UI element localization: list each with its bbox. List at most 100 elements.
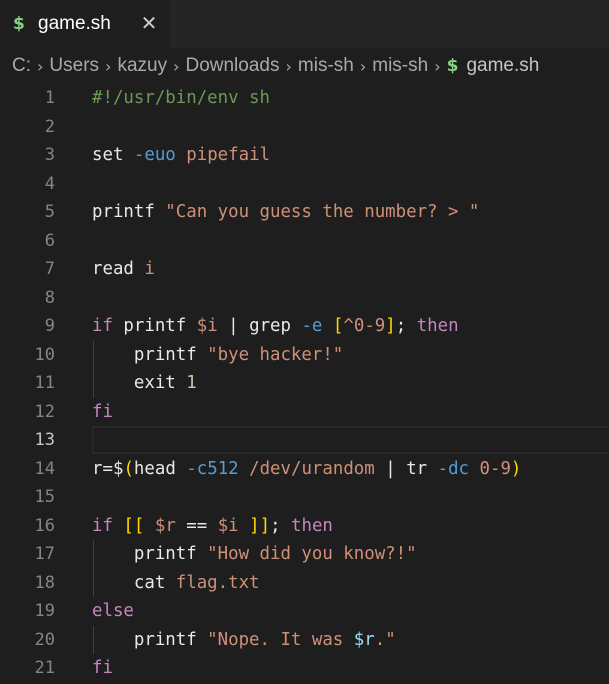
- line-number: 16: [34, 515, 55, 536]
- code-token: ^0-9: [343, 316, 386, 337]
- line-number: 3: [44, 145, 55, 166]
- code-token: then: [416, 316, 459, 337]
- line-number: 1: [44, 88, 55, 109]
- code-token: printf: [123, 316, 197, 337]
- code-token: /dev/urandom: [238, 458, 375, 479]
- line-number: 20: [34, 629, 55, 650]
- code-token: ]]: [249, 515, 271, 536]
- code-token: r=: [92, 458, 113, 479]
- breadcrumb-downloads[interactable]: Downloads: [185, 55, 279, 77]
- code-token: flag.txt: [175, 572, 260, 593]
- code-token: "How did you know?!": [207, 544, 417, 565]
- code-line[interactable]: 2: [0, 113, 609, 142]
- chevron-right-icon: ›: [173, 56, 180, 76]
- code-editor[interactable]: 1 #!/usr/bin/env sh 2 3 set -euo pipefail 4 5 p…: [0, 84, 609, 684]
- code-token: "bye hacker!": [207, 344, 344, 365]
- code-line[interactable]: 6: [0, 227, 609, 256]
- line-number: 14: [34, 458, 55, 479]
- close-icon[interactable]: ✕: [137, 11, 161, 35]
- line-code: fi: [92, 658, 113, 678]
- code-token: read: [92, 259, 145, 280]
- code-line[interactable]: 4: [0, 170, 609, 199]
- tab-bar: $ game.sh ✕: [0, 0, 609, 48]
- code-line[interactable]: 7 read i: [0, 255, 609, 284]
- line-code: printf "Nope. It was $r.": [92, 630, 396, 650]
- line-number: 12: [34, 401, 55, 422]
- breadcrumb-mis-sh-inner[interactable]: mis-sh: [372, 55, 428, 77]
- line-number: 21: [34, 658, 55, 679]
- line-code: read i: [92, 259, 155, 279]
- code-token: -c512: [186, 458, 239, 479]
- code-line[interactable]: 17 printf "How did you know?!": [0, 540, 609, 569]
- code-token: $r: [144, 515, 187, 536]
- code-token: $r: [353, 629, 375, 650]
- code-token: if: [92, 515, 124, 536]
- code-line[interactable]: 3 set -euo pipefail: [0, 141, 609, 170]
- line-code: #!/usr/bin/env sh: [92, 88, 270, 108]
- code-token: |: [217, 316, 250, 337]
- line-number: 6: [44, 230, 55, 251]
- line-number: 11: [34, 373, 55, 394]
- code-token: ): [510, 458, 522, 479]
- code-line[interactable]: 9 if printf $i | grep -e [^0-9]; then: [0, 312, 609, 341]
- breadcrumb-drive[interactable]: C:: [12, 55, 31, 77]
- code-token: then: [291, 515, 333, 536]
- breadcrumb-kazuy[interactable]: kazuy: [117, 55, 167, 77]
- line-code: set -euo pipefail: [92, 145, 270, 165]
- code-line[interactable]: 11 exit 1: [0, 369, 609, 398]
- code-line[interactable]: 15: [0, 483, 609, 512]
- line-number: 13: [34, 430, 55, 451]
- breadcrumb-file[interactable]: game.sh: [466, 55, 539, 77]
- code-line[interactable]: 8: [0, 284, 609, 313]
- code-token: #!/usr/bin/env sh: [92, 88, 270, 109]
- chevron-right-icon: ›: [37, 56, 44, 76]
- code-line[interactable]: 16 if [[ $r == $i ]]; then: [0, 512, 609, 541]
- code-line[interactable]: 18 cat flag.txt: [0, 569, 609, 598]
- breadcrumb-mis-sh[interactable]: mis-sh: [298, 55, 354, 77]
- code-token: -euo: [133, 145, 176, 166]
- code-token: (: [123, 458, 134, 479]
- shell-file-icon: $: [446, 56, 459, 76]
- tab-label: game.sh: [38, 13, 111, 34]
- code-line[interactable]: 10 printf "bye hacker!": [0, 341, 609, 370]
- code-line[interactable]: 12 fi: [0, 398, 609, 427]
- line-number: 18: [34, 572, 55, 593]
- code-line[interactable]: 20 printf "Nope. It was $r.": [0, 626, 609, 655]
- shell-file-icon: $: [13, 14, 25, 34]
- tab-game-sh[interactable]: $ game.sh ✕: [0, 0, 170, 48]
- breadcrumb: C: › Users › kazuy › Downloads › mis-sh …: [0, 48, 609, 84]
- line-number: 17: [34, 544, 55, 565]
- code-token: .": [374, 629, 396, 650]
- line-code: exit 1: [92, 373, 197, 393]
- code-line[interactable]: 13: [0, 426, 609, 455]
- code-token: |: [374, 458, 407, 479]
- code-line[interactable]: 5 printf "Can you guess the number? > ": [0, 198, 609, 227]
- line-number: 10: [34, 344, 55, 365]
- code-token: printf: [92, 344, 208, 365]
- code-line[interactable]: 14 r=$(head -c512 /dev/urandom | tr -dc 0…: [0, 455, 609, 484]
- code-line[interactable]: 19 else: [0, 597, 609, 626]
- line-number: 7: [44, 259, 55, 280]
- code-token: $i: [207, 515, 250, 536]
- code-token: printf: [92, 544, 208, 565]
- line-number: 15: [34, 487, 55, 508]
- code-token: -e: [301, 316, 323, 337]
- chevron-right-icon: ›: [359, 56, 367, 76]
- code-token: ;: [395, 316, 417, 337]
- code-token: ;: [270, 515, 292, 536]
- line-code: printf "Can you guess the number? > ": [92, 202, 479, 222]
- breadcrumb-users[interactable]: Users: [49, 55, 99, 77]
- code-token: fi: [92, 401, 113, 422]
- code-token: tr: [406, 458, 438, 479]
- line-code: cat flag.txt: [92, 573, 260, 593]
- code-line[interactable]: 1 #!/usr/bin/env sh: [0, 84, 609, 113]
- code-token: $i: [196, 316, 218, 337]
- line-number: 2: [44, 116, 55, 137]
- code-token: grep: [249, 316, 302, 337]
- code-token: ==: [186, 515, 208, 536]
- line-code: printf "How did you know?!": [92, 544, 417, 564]
- line-code: if [[ $r == $i ]]; then: [92, 516, 333, 536]
- line-number: 19: [34, 601, 55, 622]
- code-line[interactable]: 21 fi: [0, 654, 609, 683]
- code-token: head: [133, 458, 187, 479]
